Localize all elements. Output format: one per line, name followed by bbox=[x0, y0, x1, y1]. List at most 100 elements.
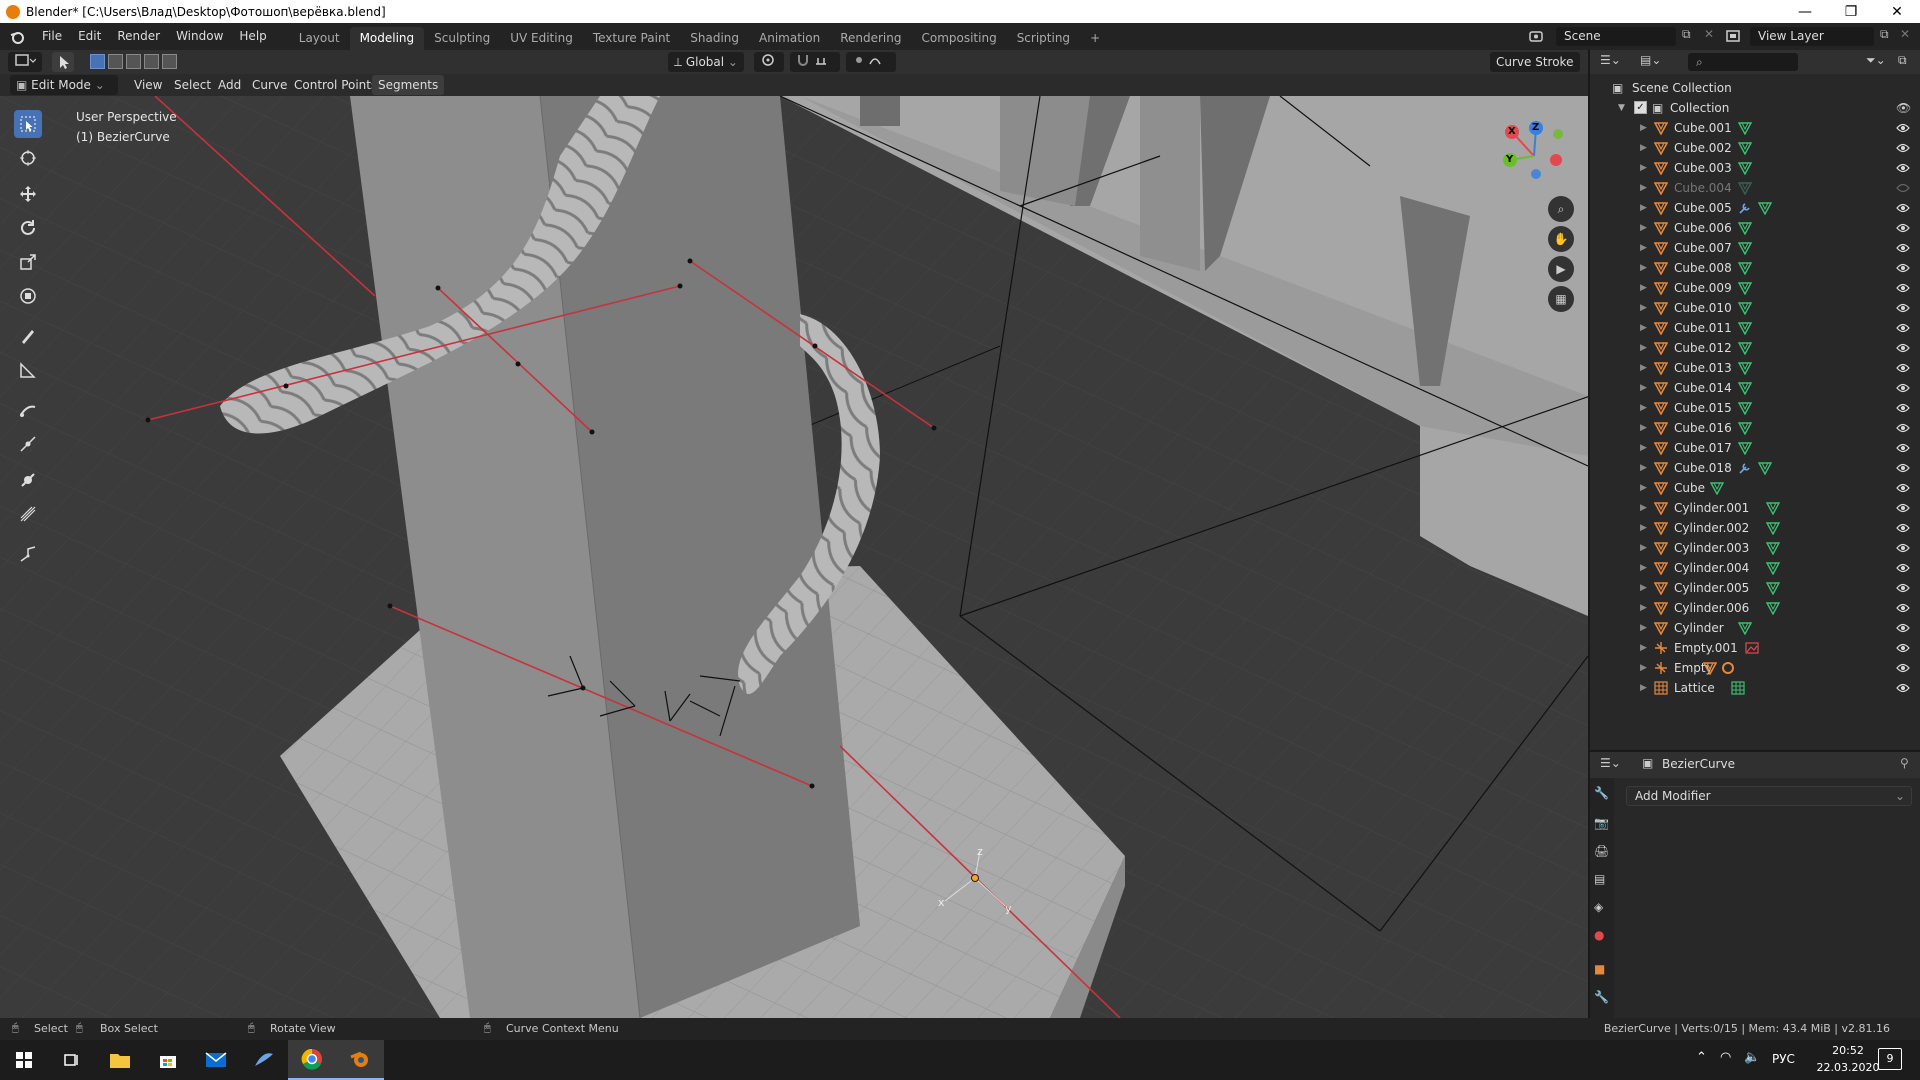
close-button[interactable]: ✕ bbox=[1874, 0, 1920, 23]
tab-rendering[interactable]: Rendering bbox=[830, 27, 911, 50]
expand-arrow-icon[interactable]: ▶ bbox=[1640, 458, 1647, 478]
outliner-item[interactable]: ▶ Cube.017 bbox=[1590, 438, 1920, 458]
zoom-icon[interactable]: ⌕ bbox=[1548, 196, 1574, 222]
tab-uv-editing[interactable]: UV Editing bbox=[500, 27, 583, 50]
view-layer-selector[interactable]: View Layer bbox=[1750, 27, 1874, 46]
output-tab-icon[interactable]: 🖨 bbox=[1594, 844, 1609, 858]
new-collection-icon[interactable]: ⧉ bbox=[1898, 53, 1907, 68]
intersect-selection-icon[interactable] bbox=[162, 54, 177, 69]
tab-layout[interactable]: Layout bbox=[289, 27, 350, 50]
tab-scripting[interactable]: Scripting bbox=[1007, 27, 1080, 50]
expand-arrow-icon[interactable]: ▶ bbox=[1640, 598, 1647, 618]
expand-arrow-icon[interactable]: ▶ bbox=[1640, 398, 1647, 418]
pivot-point-icon[interactable] bbox=[754, 52, 784, 72]
wifi-icon[interactable]: ◠ bbox=[1720, 1050, 1731, 1065]
clock-time[interactable]: 20:52 bbox=[1818, 1044, 1878, 1057]
expand-arrow-icon[interactable]: ▶ bbox=[1640, 658, 1647, 678]
expand-arrow-icon[interactable]: ▶ bbox=[1640, 578, 1647, 598]
expand-arrow-icon[interactable]: ▶ bbox=[1640, 638, 1647, 658]
outliner-item[interactable]: ▶ Cylinder.002 bbox=[1590, 518, 1920, 538]
outliner-item[interactable]: ▶ Cylinder.003 bbox=[1590, 538, 1920, 558]
expand-arrow-icon[interactable]: ▶ bbox=[1640, 138, 1647, 158]
outliner-collection[interactable]: ▼ ✓ ▣ Collection 👁 bbox=[1590, 98, 1920, 118]
expand-arrow-icon[interactable]: ▶ bbox=[1640, 618, 1647, 638]
view-layer-icon[interactable] bbox=[1724, 27, 1744, 45]
snapping-icon[interactable] bbox=[790, 52, 840, 72]
store-icon[interactable] bbox=[144, 1040, 192, 1080]
expand-arrow-icon[interactable]: ▶ bbox=[1640, 678, 1647, 698]
view-layer-tab-icon[interactable]: ▤ bbox=[1594, 872, 1605, 886]
new-scene-icon[interactable]: ⧉ bbox=[1682, 27, 1698, 45]
expand-arrow-icon[interactable]: ▶ bbox=[1640, 558, 1647, 578]
outliner-item[interactable]: ▶ Empty.001 bbox=[1590, 638, 1920, 658]
mail-icon[interactable] bbox=[192, 1040, 240, 1080]
pan-hand-icon[interactable]: ✋ bbox=[1548, 226, 1574, 252]
chrome-icon[interactable] bbox=[288, 1040, 336, 1080]
subtract-selection-icon[interactable] bbox=[126, 54, 141, 69]
rotate-tool-icon[interactable] bbox=[14, 214, 42, 242]
outliner-item[interactable]: ▶ Cube.009 bbox=[1590, 278, 1920, 298]
scene-tab-icon[interactable]: ◈ bbox=[1594, 900, 1603, 914]
outliner-item[interactable]: ▶ Cube.007 bbox=[1590, 238, 1920, 258]
menu-render[interactable]: Render bbox=[109, 23, 168, 50]
pin-icon[interactable]: ⚲ bbox=[1900, 756, 1909, 770]
lattice-data-icon[interactable] bbox=[1731, 681, 1745, 701]
expand-arrow-icon[interactable]: ▶ bbox=[1640, 478, 1647, 498]
measure-tool-icon[interactable] bbox=[14, 356, 42, 384]
delete-view-layer-icon[interactable]: ✕ bbox=[1900, 27, 1916, 45]
menu-control-points[interactable]: Control Points bbox=[288, 75, 383, 95]
set-new-selection-icon[interactable] bbox=[90, 54, 105, 69]
transform-orientation-dropdown[interactable]: ⟂ Global ⌄ bbox=[668, 52, 744, 72]
invert-selection-icon[interactable] bbox=[144, 54, 159, 69]
tool-tab-icon[interactable]: 🔧 bbox=[1594, 786, 1609, 800]
expand-arrow-icon[interactable]: ▶ bbox=[1640, 298, 1647, 318]
curve-stroke-dropdown[interactable]: Curve Stroke ⌄ bbox=[1490, 52, 1580, 89]
task-view-icon[interactable] bbox=[48, 1040, 96, 1080]
expand-arrow-icon[interactable]: ▶ bbox=[1640, 278, 1647, 298]
add-workspace-button[interactable]: + bbox=[1080, 27, 1110, 50]
expand-arrow-icon[interactable]: ▶ bbox=[1640, 218, 1647, 238]
modifier-tab-icon[interactable]: 🔧 bbox=[1594, 990, 1609, 1004]
selection-mode-buttons[interactable] bbox=[90, 54, 180, 70]
clock-date[interactable]: 22.03.2020 bbox=[1808, 1061, 1888, 1074]
outliner-editor-type-icon[interactable]: ☰⌄ bbox=[1600, 53, 1621, 67]
filter-icon[interactable]: ⏷⌄ bbox=[1866, 53, 1886, 68]
outliner-scene-collection[interactable]: ▣ Scene Collection bbox=[1590, 78, 1920, 98]
outliner-item[interactable]: ▶ Cube.006 bbox=[1590, 218, 1920, 238]
menu-edit[interactable]: Edit bbox=[70, 23, 109, 50]
outliner-item[interactable]: ▶ Cube.002 bbox=[1590, 138, 1920, 158]
move-tool-icon[interactable] bbox=[14, 180, 42, 208]
menu-window[interactable]: Window bbox=[168, 23, 231, 50]
select-box-tool-icon[interactable] bbox=[14, 110, 42, 138]
outliner-item[interactable]: ▶ Cube.016 bbox=[1590, 418, 1920, 438]
expand-arrow-icon[interactable]: ▶ bbox=[1640, 538, 1647, 558]
menu-view[interactable]: View bbox=[128, 75, 168, 95]
expand-arrow-icon[interactable]: ▶ bbox=[1640, 378, 1647, 398]
tab-animation[interactable]: Animation bbox=[749, 27, 830, 50]
outliner-item[interactable]: ▶ Empty bbox=[1590, 658, 1920, 678]
3d-viewport[interactable]: z x y User Perspective (1) BezierCurve 👁 bbox=[0, 96, 1588, 1018]
randomize-tool-icon[interactable] bbox=[14, 540, 42, 568]
outliner-item[interactable]: ▶ Cylinder.005 bbox=[1590, 578, 1920, 598]
expand-arrow-icon[interactable]: ▶ bbox=[1640, 518, 1647, 538]
cursor-tool-icon[interactable] bbox=[14, 144, 42, 172]
outliner-item[interactable]: ▶ Cube.001 bbox=[1590, 118, 1920, 138]
outliner-search-input[interactable]: ⌕ bbox=[1688, 53, 1798, 71]
outliner-item[interactable]: ▶ Cylinder bbox=[1590, 618, 1920, 638]
expand-arrow-icon[interactable]: ▶ bbox=[1640, 198, 1647, 218]
viewport-scene[interactable] bbox=[0, 96, 1588, 1018]
outliner-item[interactable]: ▶ Cube bbox=[1590, 478, 1920, 498]
tab-compositing[interactable]: Compositing bbox=[911, 27, 1006, 50]
collection-visibility-eye-icon[interactable]: 👁 bbox=[1896, 98, 1911, 118]
outliner-item[interactable]: ▶ Cylinder.006 bbox=[1590, 598, 1920, 618]
perspective-toggle-icon[interactable]: ▦ bbox=[1548, 286, 1574, 312]
outliner-item[interactable]: ▶ Cube.004 bbox=[1590, 178, 1920, 198]
outliner-item[interactable]: ▶ Lattice bbox=[1590, 678, 1920, 698]
expand-arrow-icon[interactable]: ▶ bbox=[1640, 318, 1647, 338]
outliner-item[interactable]: ▶ Cube.010 bbox=[1590, 298, 1920, 318]
expand-arrow-icon[interactable]: ▶ bbox=[1640, 158, 1647, 178]
collapse-arrow-icon[interactable]: ▼ bbox=[1618, 98, 1625, 118]
blender-taskbar-icon[interactable] bbox=[336, 1040, 384, 1080]
expand-arrow-icon[interactable]: ▶ bbox=[1640, 118, 1647, 138]
outliner-item[interactable]: ▶ Cube.012 bbox=[1590, 338, 1920, 358]
